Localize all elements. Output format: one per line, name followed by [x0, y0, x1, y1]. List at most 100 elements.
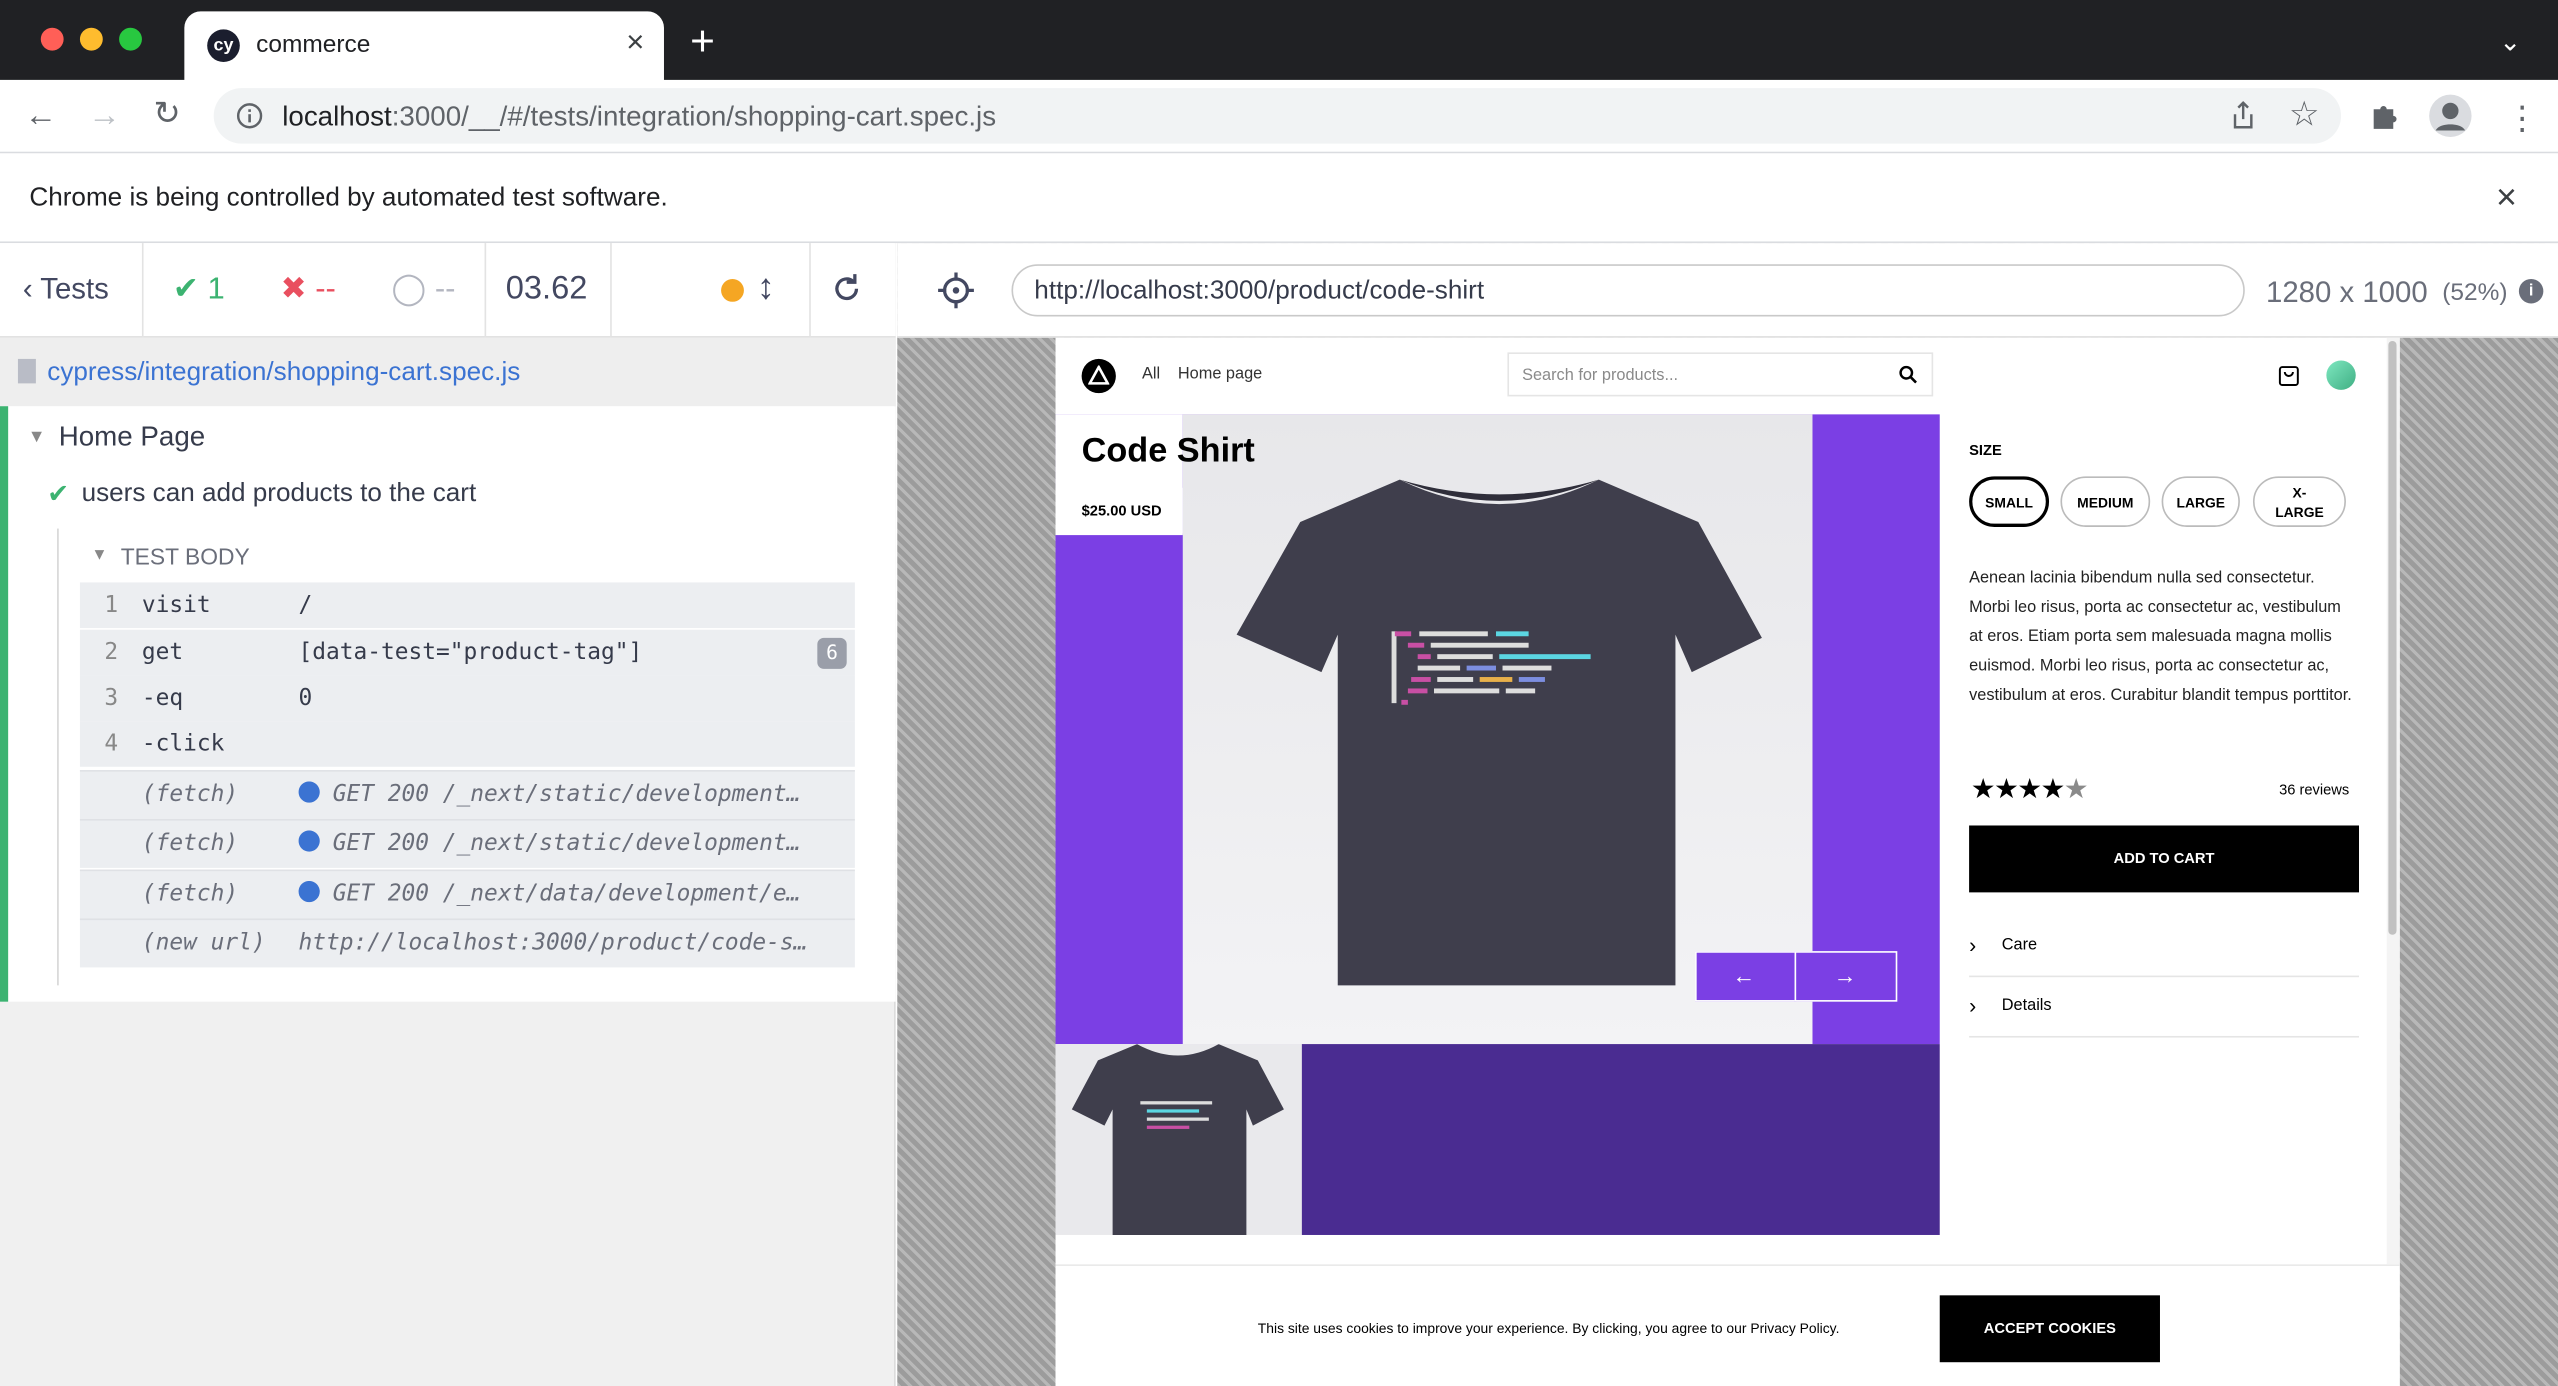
star-rating: ★★★★★ [1970, 773, 2089, 806]
cypress-favicon-icon: cy [207, 29, 240, 62]
store-search-input[interactable]: Search for products... [1507, 352, 1934, 397]
share-icon[interactable] [2230, 101, 2256, 130]
suite-title[interactable]: Home Page [59, 421, 205, 454]
details-label: Details [2001, 996, 2052, 1015]
command-value: GET 200 /_next/static/development… [332, 830, 801, 857]
command-message: GET 200 /_next/data/development/e… [298, 880, 837, 907]
test-body-collapse-icon[interactable]: ▼ [91, 547, 107, 565]
xhr-status-dot-icon [298, 880, 320, 903]
profile-avatar-icon[interactable] [2428, 93, 2474, 139]
aut-scrollbar[interactable] [2386, 337, 2400, 1265]
next-image-button[interactable]: → [1794, 951, 1898, 1002]
tests-back-button[interactable]: ‹ Tests [23, 272, 109, 306]
user-avatar[interactable] [2326, 360, 2356, 390]
command-message: http://localhost:3000/product/code-s… [299, 930, 837, 956]
viewport-info-icon[interactable]: i [2518, 278, 2544, 304]
accept-cookies-label: ACCEPT COOKIES [1983, 1319, 2116, 1337]
selector-playground-crosshair-icon[interactable] [938, 272, 974, 309]
close-infobar-icon[interactable]: × [2496, 176, 2517, 218]
element-count-badge: 6 [817, 637, 847, 669]
command-number: 4 [104, 730, 119, 757]
auto-scroll-icon[interactable]: ↕ [757, 266, 775, 308]
nav-all-link[interactable]: All [1142, 365, 1160, 383]
star-icon: ★ [2063, 773, 2089, 805]
forward-arrow-icon[interactable]: → [88, 100, 121, 133]
failed-count[interactable]: ✖ -- [281, 271, 336, 309]
rerun-icon[interactable] [830, 272, 863, 305]
aut-url-text: http://localhost:3000/product/code-shirt [1034, 277, 1485, 306]
accept-cookies-button[interactable]: ACCEPT COOKIES [1939, 1295, 2160, 1363]
spec-file-bar: cypress/integration/shopping-cart.spec.j… [0, 337, 896, 407]
review-count[interactable]: 36 reviews [2279, 781, 2349, 797]
viewport-size: 1280 x 1000 [2266, 275, 2428, 309]
prev-image-button[interactable]: ← [1695, 951, 1797, 1002]
browser-tab[interactable]: cy commerce × [184, 11, 664, 80]
command-number: 2 [104, 639, 119, 666]
aut-header: http://localhost:3000/product/code-shirt… [897, 243, 2558, 338]
star-icon: ★ [2017, 773, 2042, 805]
command-row[interactable]: (new url) http://localhost:3000/product/c… [79, 918, 855, 968]
site-info-icon[interactable] [236, 103, 263, 129]
command-name: -click [141, 730, 225, 757]
command-row[interactable]: 3 -eq 0 [79, 675, 855, 722]
close-tab-icon[interactable]: × [626, 26, 644, 62]
command-row[interactable]: (fetch) GET 200 /_next/static/development… [79, 818, 855, 868]
extensions-puzzle-icon[interactable] [2369, 100, 2402, 133]
command-row[interactable]: (fetch) GET 200 /_next/data/development/e… [79, 869, 855, 919]
nav-home-link[interactable]: Home page [1178, 365, 1262, 383]
command-message: GET 200 /_next/static/development… [298, 830, 837, 857]
tests-label: Tests [40, 272, 109, 306]
reload-icon[interactable]: ↻ [153, 98, 180, 131]
address-bar[interactable]: localhost:3000/__/#/tests/integration/sh… [213, 88, 2342, 144]
minimize-window-button[interactable] [79, 27, 103, 51]
size-option-button[interactable]: X-LARGE [2252, 476, 2346, 527]
back-arrow-icon[interactable]: ← [24, 100, 57, 133]
scrollbar-thumb[interactable] [2388, 340, 2397, 935]
pending-count[interactable]: ◯ -- [392, 271, 456, 309]
star-icon: ★ [1993, 773, 2019, 805]
passed-count[interactable]: ✔ 1 [173, 271, 225, 309]
automation-message: Chrome is being controlled by automated … [29, 184, 668, 213]
automation-infobar: Chrome is being controlled by automated … [0, 153, 2558, 244]
bookmark-star-icon[interactable]: ☆ [2289, 95, 2320, 136]
command-value: GET 200 /_next/static/development… [332, 781, 801, 808]
size-option-button[interactable]: LARGE [2161, 476, 2240, 527]
command-name: get [141, 639, 184, 666]
suite-collapse-icon[interactable]: ▼ [28, 427, 46, 447]
command-number: 3 [104, 685, 119, 712]
test-title[interactable]: users can add products to the cart [82, 480, 477, 509]
command-row[interactable]: 4 -click [79, 721, 855, 767]
search-icon[interactable] [1899, 365, 1917, 384]
command-row[interactable]: 1 visit / [79, 582, 855, 629]
size-option-button[interactable]: SMALL [1969, 476, 2050, 527]
aut-url-field[interactable]: http://localhost:3000/product/code-shirt [1011, 264, 2245, 317]
new-tab-icon[interactable]: + [690, 20, 715, 62]
command-value: / [298, 592, 313, 619]
size-option-label: LARGE [2176, 493, 2226, 510]
price-text: $25.00 USD [1081, 502, 1162, 519]
tab-title: commerce [256, 30, 371, 59]
command-name: -eq [141, 685, 184, 712]
add-to-cart-button[interactable]: ADD TO CART [1969, 825, 2360, 893]
thumbnail-1[interactable] [1055, 1044, 1302, 1235]
spec-path-link[interactable]: cypress/integration/shopping-cart.spec.j… [47, 359, 520, 388]
xhr-status-dot-icon [298, 781, 320, 803]
command-message: 0 [299, 685, 837, 711]
tab-list-chevron-icon[interactable]: ⌄ [2499, 26, 2521, 59]
command-value: [data-test="product-tag"] [298, 639, 643, 666]
close-window-button[interactable] [40, 27, 64, 51]
viewport-scale: (52%) [2442, 278, 2508, 307]
product-image [1182, 414, 1813, 1045]
url-host: localhost [282, 101, 392, 133]
command-row[interactable]: 2 get [data-test="product-tag"] 6 [79, 629, 855, 676]
logo-triangle-icon [1088, 365, 1110, 385]
browser-menu-icon[interactable]: ⋮ [2506, 98, 2539, 139]
cart-bag-icon[interactable] [2277, 362, 2300, 386]
details-accordion[interactable]: › Details [1969, 982, 2360, 1038]
star-icon: ★ [1970, 773, 1996, 805]
command-row[interactable]: (fetch) GET 200 /_next/static/development… [79, 770, 855, 819]
care-accordion[interactable]: › Care [1969, 922, 2360, 978]
cookie-banner: This site uses cookies to improve your e… [1055, 1264, 2400, 1386]
size-option-button[interactable]: MEDIUM [2060, 476, 2151, 527]
maximize-window-button[interactable] [119, 27, 142, 51]
